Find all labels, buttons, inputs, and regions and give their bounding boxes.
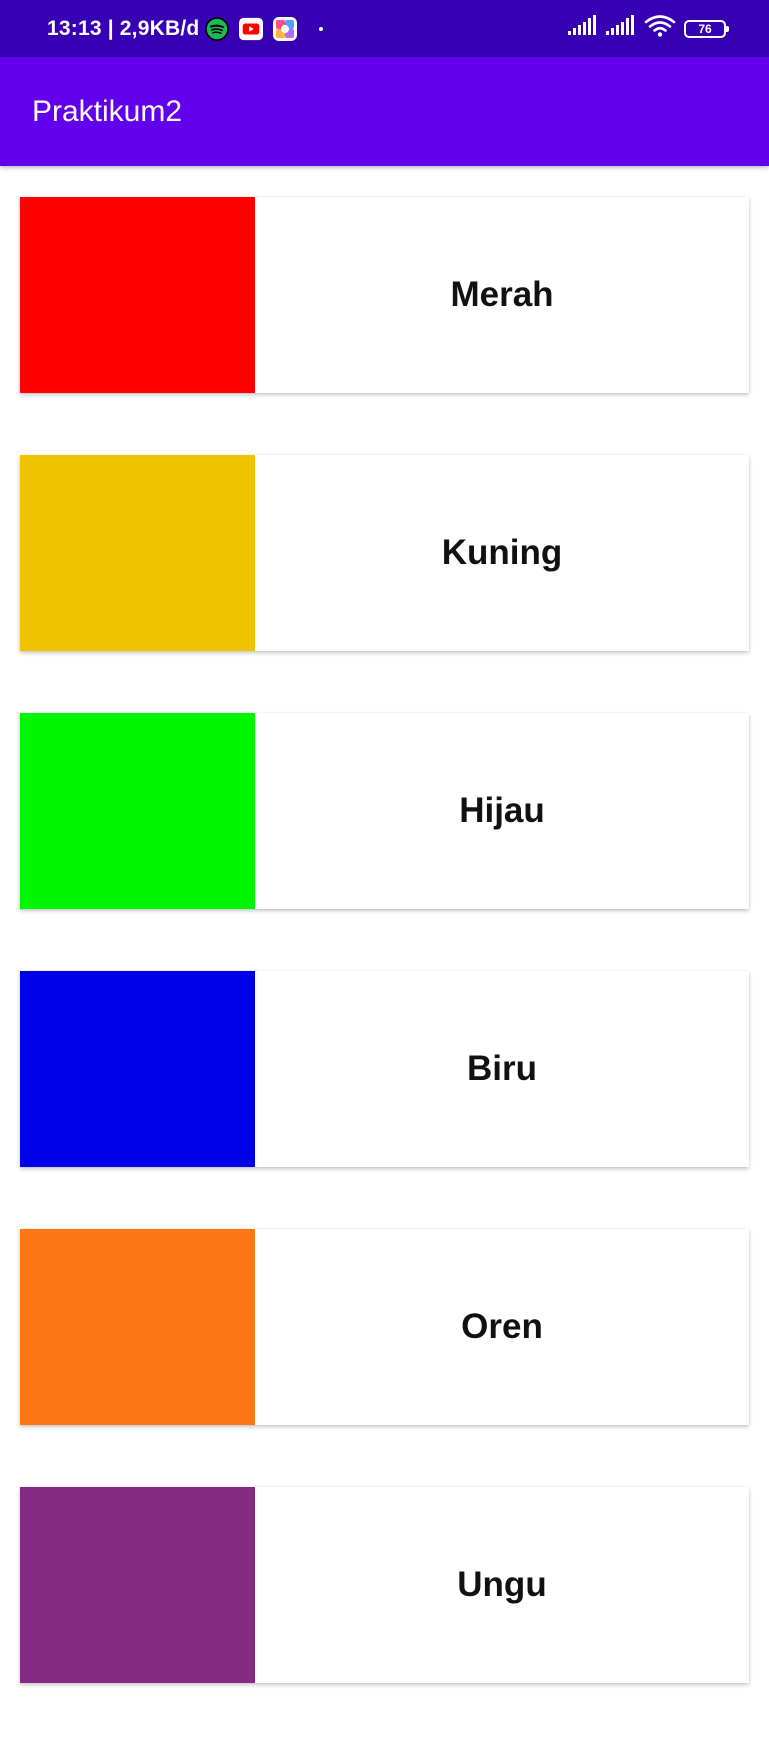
data-rate: 2,9KB/d [119,16,200,40]
color-card-merah[interactable]: Merah [20,197,749,393]
status-right: 76 [568,0,729,57]
wifi-icon [644,14,676,43]
signal-icon [606,15,636,42]
color-list: Merah Kuning Hijau Biru Oren Ungu [20,197,749,1745]
status-time: 13:13 [47,16,102,40]
status-left: 13:13 | 2,9KB/d [47,0,324,57]
spotify-icon [205,16,230,41]
color-swatch [20,197,255,393]
color-swatch [20,713,255,909]
color-card-biru[interactable]: Biru [20,971,749,1167]
color-label: Kuning [441,533,563,572]
color-label: Ungu [457,1565,547,1604]
color-label: Biru [467,1049,537,1088]
color-card-oren[interactable]: Oren [20,1229,749,1425]
battery-icon: 76 [684,19,729,38]
battery-level: 76 [698,21,712,36]
color-label: Oren [461,1307,543,1346]
status-bar: 13:13 | 2,9KB/d 76 [0,0,769,57]
signal-icon [568,15,598,42]
color-card-ungu[interactable]: Ungu [20,1487,749,1683]
color-label: Hijau [459,791,545,830]
color-swatch [20,455,255,651]
color-swatch [20,971,255,1167]
color-label: Merah [450,275,554,314]
youtube-icon [239,17,264,41]
app-title: Praktikum2 [32,94,183,128]
status-separator: | [107,16,114,40]
notification-dot [319,26,324,31]
app-icon [273,16,298,41]
color-card-hijau[interactable]: Hijau [20,713,749,909]
color-card-kuning[interactable]: Kuning [20,455,749,651]
color-swatch [20,1229,255,1425]
app-bar: Praktikum2 [0,57,769,166]
color-swatch [20,1487,255,1683]
